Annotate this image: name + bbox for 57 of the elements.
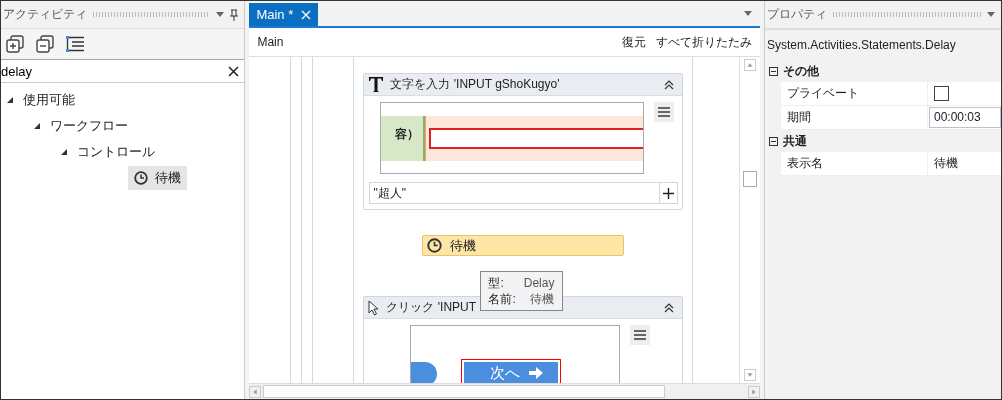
tree-item[interactable]: 使用可能 [23, 91, 75, 109]
scrollbar-thumb[interactable] [263, 385, 666, 398]
dropdown-icon[interactable] [987, 12, 995, 17]
type-into-activity[interactable]: 文字を入力 'INPUT gShoKugyo' 容） "超人" [363, 73, 684, 210]
tooltip-key: 型: [488, 275, 516, 291]
panel-title: プロパティ [767, 6, 827, 23]
scrollbar-thumb[interactable] [743, 171, 757, 187]
search-box[interactable]: delay [1, 59, 245, 83]
vertical-scrollbar[interactable] [739, 57, 760, 383]
expand-all-icon[interactable] [6, 35, 24, 53]
activity-label: 待機 [450, 236, 477, 255]
form-label-cell: 容） [381, 115, 426, 161]
collapse-icon[interactable] [664, 302, 675, 313]
panel-title: アクティビティ [3, 6, 87, 23]
property-input[interactable]: 00:00:03 [929, 107, 1001, 128]
clock-icon [427, 238, 443, 253]
text-icon [368, 76, 385, 93]
tooltip-value: Delay [523, 275, 555, 291]
category-label: 共通 [783, 132, 807, 150]
pill-shape [411, 362, 438, 383]
search-field[interactable]: delay [1, 63, 223, 79]
close-icon[interactable] [301, 9, 312, 20]
collapse-toggle-icon[interactable] [769, 136, 778, 146]
property-name: 表示名 [781, 152, 928, 175]
breadcrumb[interactable]: Main [257, 35, 284, 49]
collapse-toggle-icon[interactable] [769, 66, 778, 76]
menu-icon[interactable] [630, 325, 651, 345]
dropdown-icon[interactable] [216, 12, 225, 17]
property-value: 待機 [934, 155, 958, 172]
pin-icon[interactable] [230, 8, 239, 21]
right-arrow-icon [528, 367, 545, 379]
clock-icon [134, 171, 148, 185]
collapse-all-icon[interactable] [36, 35, 54, 53]
list-view-icon[interactable] [66, 36, 84, 52]
tree-item[interactable]: コントロール [77, 143, 155, 161]
collapse-icon[interactable] [664, 79, 675, 90]
horizontal-scrollbar[interactable] [249, 383, 760, 399]
designer-action-link[interactable]: すべて折りたたみ [656, 33, 752, 51]
type-name: System.Activities.Statements.Delay [765, 29, 1001, 60]
category-label: その他 [783, 62, 819, 80]
designer-action-link[interactable]: 復元 [622, 33, 646, 51]
activity-title: 文字を入力 'INPUT gShoKugyo' [390, 76, 560, 93]
dropdown-icon[interactable] [744, 11, 752, 16]
delay-activity[interactable]: 待機 [422, 235, 625, 256]
checkbox[interactable] [934, 86, 949, 101]
pointer-icon [368, 299, 381, 316]
tree-item[interactable]: 待機 [128, 166, 187, 190]
expander-icon[interactable] [34, 123, 40, 129]
expander-icon[interactable] [7, 97, 13, 103]
property-name: プライベート [781, 82, 928, 105]
expander-icon[interactable] [61, 149, 67, 155]
document-tab[interactable]: Main * [249, 3, 319, 26]
activity-title: クリック 'INPUT [386, 299, 477, 316]
next-button-target: 次へ [461, 359, 562, 383]
property-name: 期間 [781, 106, 928, 129]
menu-icon[interactable] [654, 102, 675, 122]
tree-item[interactable]: ワークフロー [50, 117, 128, 135]
